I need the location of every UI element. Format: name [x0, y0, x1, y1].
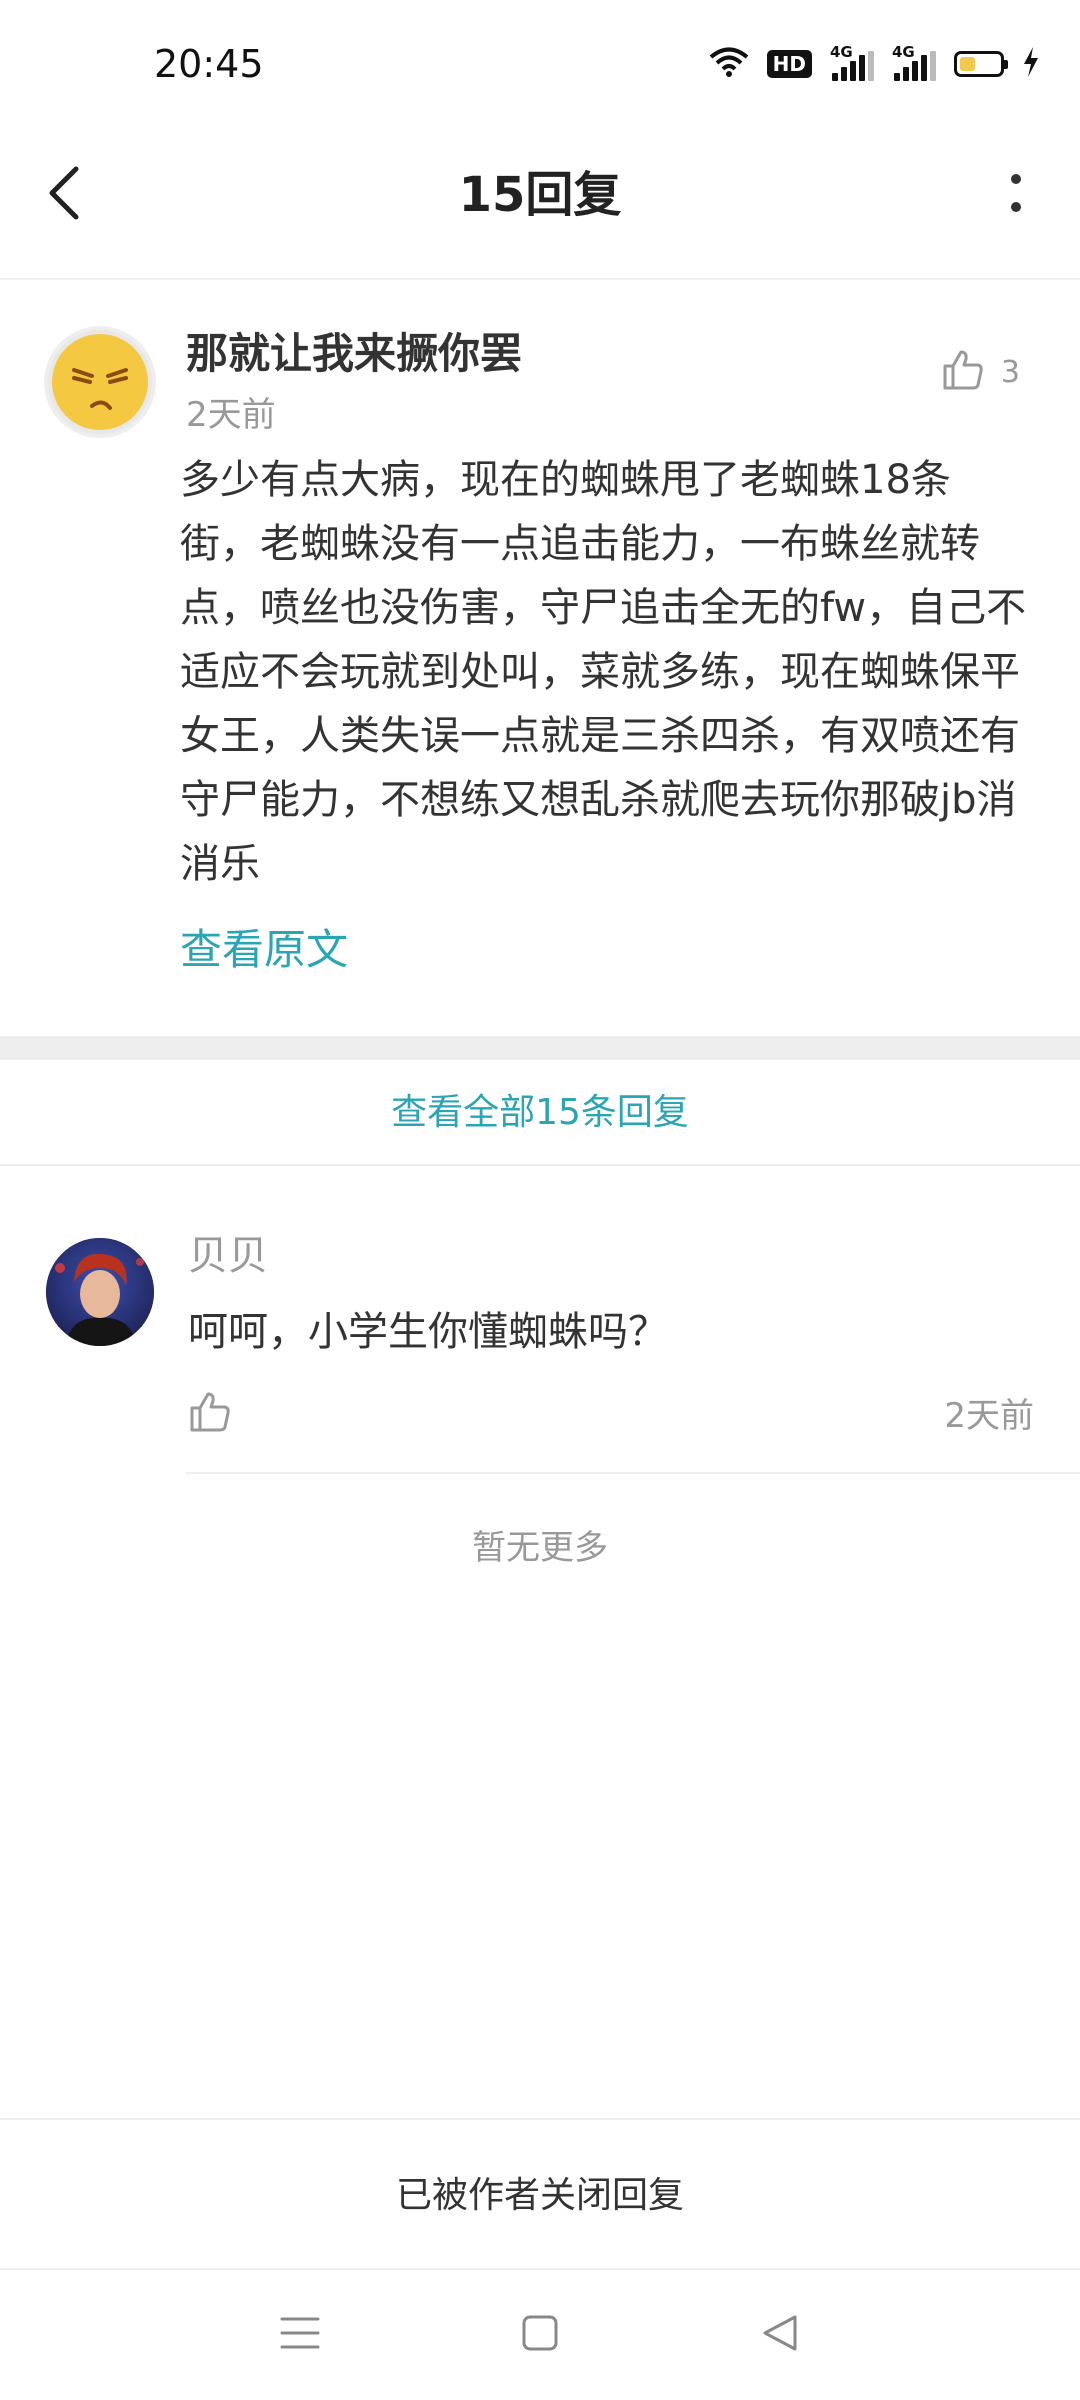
more-options-button[interactable] — [986, 160, 1046, 230]
wifi-icon — [709, 46, 749, 82]
system-nav-bar — [0, 2270, 1080, 2400]
chevron-left-icon — [46, 165, 82, 225]
hd-icon: HD — [766, 50, 812, 78]
status-time: 20:45 — [154, 42, 264, 86]
comment-author[interactable]: 那就让我来撅你罢 — [186, 326, 522, 382]
reply-like-button[interactable] — [188, 1390, 232, 1438]
view-original-link[interactable]: 查看原文 — [180, 920, 348, 980]
reply-avatar[interactable] — [46, 1238, 154, 1346]
view-all-replies-link[interactable]: 查看全部15条回复 — [0, 1080, 1080, 1146]
comment-body: 多少有点大病，现在的蜘蛛甩了老蜘蛛18条街，老蜘蛛没有一点追击能力，一布蛛丝就转… — [180, 457, 1027, 887]
reply-text: 呵呵，小学生你懂蜘蛛吗？ — [188, 1309, 668, 1355]
divider — [0, 2118, 1080, 2120]
profile-photo — [46, 1238, 154, 1346]
comment-time: 2天前 — [186, 395, 276, 435]
no-more-label: 暂无更多 — [472, 1528, 608, 1568]
home-square-icon — [521, 2314, 559, 2356]
nav-menu-button[interactable] — [260, 2295, 340, 2375]
thumbs-up-icon — [188, 1392, 232, 1438]
like-count: 3 — [1000, 354, 1020, 390]
reply-time: 2天前 — [944, 1396, 1034, 1436]
nav-home-button[interactable] — [500, 2295, 580, 2375]
avatar[interactable] — [44, 326, 156, 438]
network-type-label: 4G — [830, 43, 853, 61]
reply-author[interactable]: 贝贝 — [188, 1226, 268, 1286]
back-button[interactable] — [34, 160, 94, 230]
battery-icon — [954, 51, 1008, 77]
signal-icon: 4G — [830, 43, 874, 81]
battery-level — [960, 57, 976, 71]
signal-icon: 4G — [892, 43, 936, 81]
divider — [186, 1472, 1080, 1474]
emoji-avatar-icon — [48, 330, 152, 434]
status-icons: HD 4G 4G — [709, 43, 1040, 82]
replies-closed-notice: 已被作者关闭回复 — [395, 2175, 684, 2216]
header-divider — [0, 278, 1080, 280]
nav-back-button[interactable] — [740, 2295, 820, 2375]
network-type-label: 4G — [892, 43, 915, 61]
charging-icon — [1022, 46, 1040, 82]
section-separator — [0, 1036, 1080, 1060]
like-button[interactable]: 3 — [941, 348, 1020, 396]
more-vertical-icon — [1010, 171, 1022, 219]
page-title: 15回复 — [458, 167, 622, 223]
back-triangle-icon — [761, 2313, 799, 2357]
thumbs-up-icon — [941, 348, 985, 396]
menu-icon — [280, 2315, 320, 2355]
divider — [0, 1164, 1080, 1166]
